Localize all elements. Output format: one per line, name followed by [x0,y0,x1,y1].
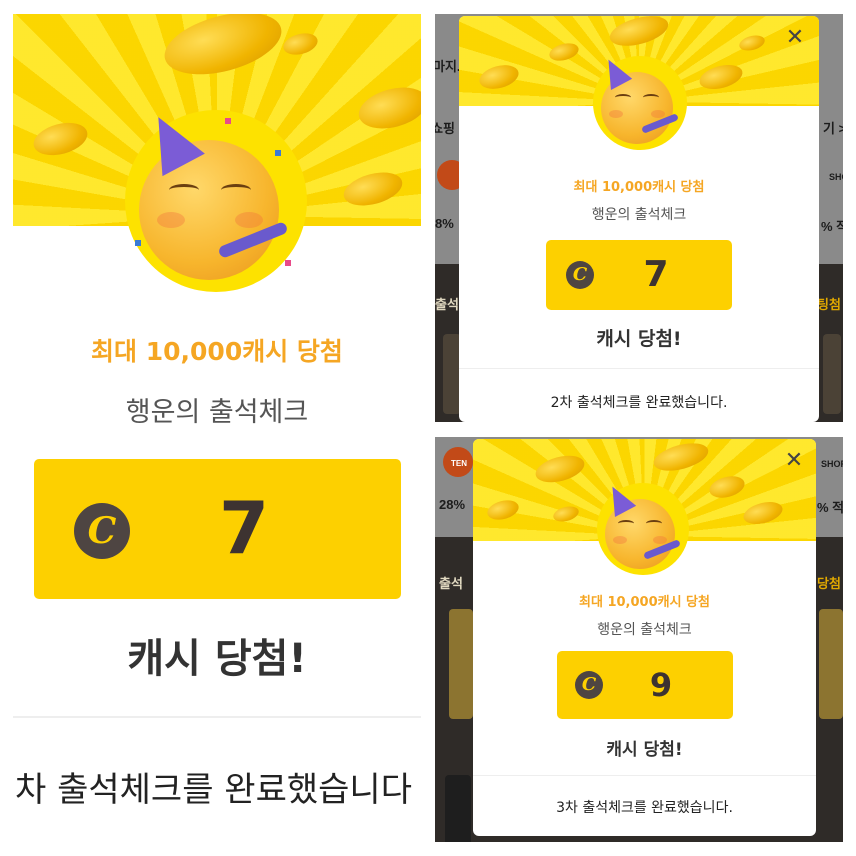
blush [653,536,667,544]
eye-left [618,520,634,527]
bg-card [823,334,841,414]
cash-amount-box: C 7 [546,240,732,310]
bg-label: 출석 [435,297,459,312]
attendance-modal: ✕ 최대 10,000캐시 당첨 행운의 출석체크 C 9 캐시 당첨! 3차 … [473,439,816,836]
blush [609,110,623,118]
eye-right [221,184,251,196]
bg-label: 쇼핑 [435,121,455,136]
bg-label: TEN [451,459,467,468]
cash-amount-box: C 7 [34,459,401,599]
completion-message: 차 출석체크를 완료했습니다 [15,770,412,810]
bg-card [445,775,471,842]
completion-message: 3차 출석체크를 완료했습니다. [556,800,733,816]
cash-coin-icon: C [566,261,594,289]
attendance-modal: ✕ 최대 10,000캐시 당첨 행운의 출석체크 C 7 캐시 당첨! 2차 … [459,16,819,422]
cash-amount: 7 [643,254,669,295]
blush [235,212,263,228]
confetti [225,118,231,124]
bg-label: 출석 [439,576,463,591]
subtitle: 행운의 출석체크 [597,622,692,638]
blush [651,110,665,118]
close-button[interactable]: ✕ [781,24,809,52]
panel-zoomed-modal: 최대 10,000캐시 당첨 행운의 출석체크 C 7 캐시 당첨! 차 출석체… [13,14,421,842]
subtitle: 행운의 출석체크 [125,397,309,428]
bg-label: 팅첨 [817,297,841,312]
emoji-badge [125,105,307,292]
divider [473,775,816,776]
cash-coin-icon: C [74,503,130,559]
bg-label: SHOP [821,459,843,469]
subtitle: 행운의 출석체크 [591,207,687,223]
eye-right [646,520,662,527]
win-title: 최대 10,000캐시 당첨 [573,180,705,195]
cash-amount: 9 [649,666,673,704]
divider [459,368,819,369]
bg-label: SHOP [829,172,843,182]
emoji-badge [597,481,689,575]
bg-label: 28% [439,497,466,512]
bg-label: 기 > [823,121,843,136]
confetti [135,240,141,246]
confetti [275,150,281,156]
win-title: 최대 10,000캐시 당첨 [91,337,343,366]
blush [613,536,627,544]
eye-left [169,184,199,196]
bg-label: 당첨 [817,576,841,591]
win-title: 최대 10,000캐시 당첨 [579,595,710,610]
bg-card [449,609,473,719]
cash-coin-icon: C [575,671,603,699]
cash-won-label: 캐시 당첨! [596,328,682,350]
cash-amount: 7 [218,486,270,570]
cash-won-label: 캐시 당첨! [127,636,307,682]
close-button[interactable]: ✕ [780,447,808,475]
panel-modal-day2: 마지... 쇼핑 기 > SHOP 8% % 적 출석 팅첨 ✕ [435,14,843,422]
emoji-badge [593,54,687,150]
bg-label: % 적 [821,219,843,234]
eye-left [615,94,631,101]
bg-label: % 적립 [817,500,843,515]
eye-right [643,94,659,101]
panel-modal-day3: TEN SHOP 28% % 적립 출석 당첨 ✕ [435,437,843,842]
cash-won-label: 캐시 당첨! [606,740,683,760]
bg-card [819,609,843,719]
divider [13,716,421,718]
blush [157,212,185,228]
confetti [285,260,291,266]
cash-amount-box: C 9 [557,651,733,719]
bg-label: 8% [435,216,454,231]
completion-message: 2차 출석체크를 완료했습니다. [550,395,728,411]
